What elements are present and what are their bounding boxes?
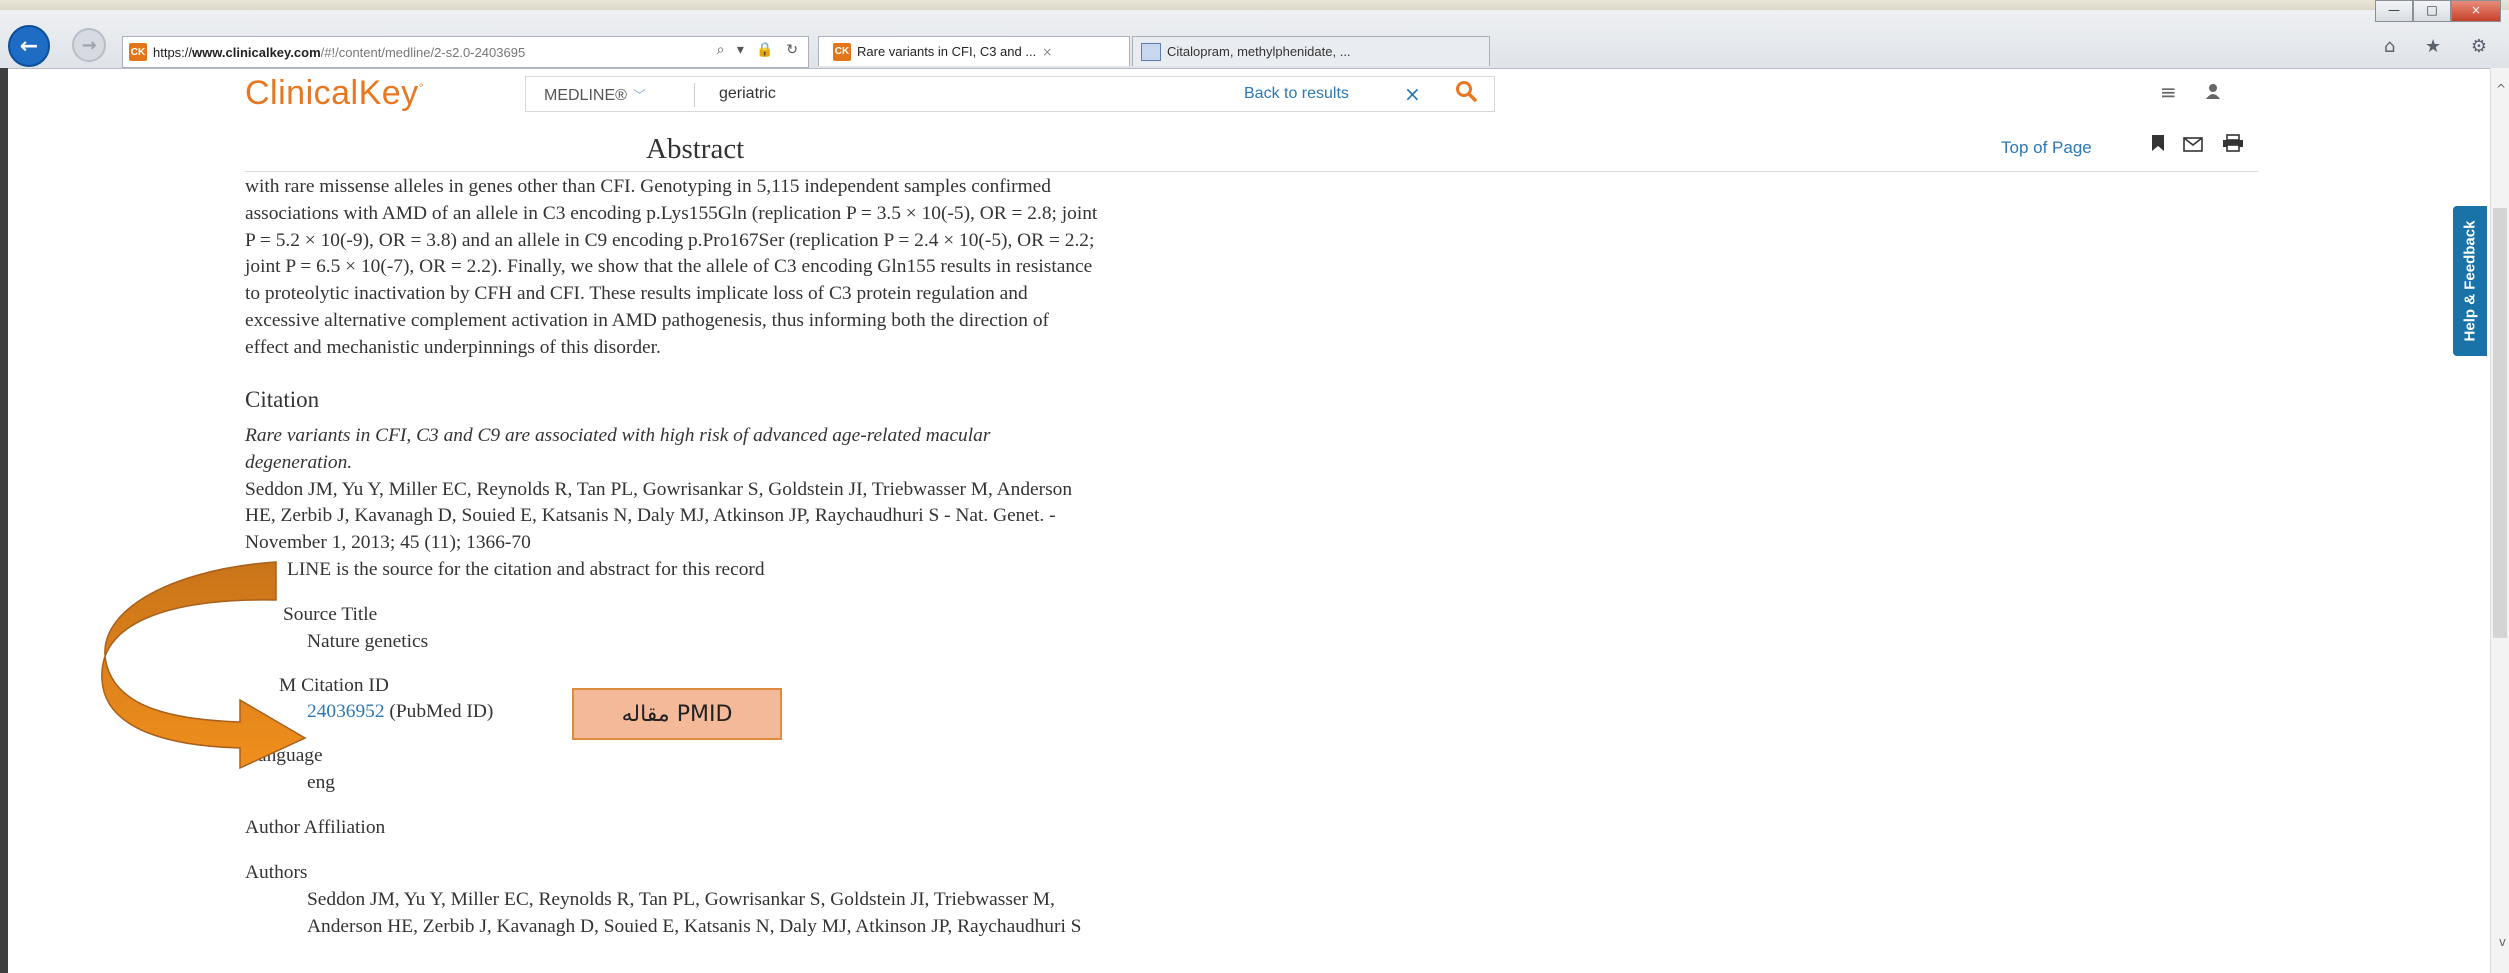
scroll-down-icon[interactable]: v: [2499, 935, 2506, 949]
help-feedback-label: Help & Feedback: [2461, 220, 2479, 342]
citation-title: Rare variants in CFI, C3 and C9 are asso…: [245, 425, 991, 446]
scroll-up-icon[interactable]: ^: [2496, 82, 2506, 96]
print-icon[interactable]: [2222, 133, 2244, 157]
scrollbar-thumb[interactable]: [2493, 208, 2507, 638]
chevron-down-icon: ﹀: [632, 89, 646, 104]
tab-rare-variants[interactable]: CK Rare variants in CFI, C3 and ... ×: [818, 36, 1130, 66]
page-scrollbar[interactable]: [2490, 68, 2509, 973]
header-icons: ≡: [2160, 80, 2243, 104]
slide-left-border: [0, 68, 8, 973]
abstract-line: with rare missense alleles in genes othe…: [245, 176, 1051, 197]
abstract-line: to proteolytic inactivation by CFH and C…: [245, 283, 1028, 305]
authors-value: Seddon JM, Yu Y, Miller EC, Reynolds R, …: [307, 889, 1055, 910]
address-bar[interactable]: CK https:// www.clinicalkey.com /#!/cont…: [122, 36, 809, 68]
tab-label: Citalopram, methylphenidate, ...: [1167, 44, 1351, 59]
abstract-line: associations with AMD of an allele in C3…: [245, 202, 1098, 224]
authors-value: Anderson HE, Zerbib J, Kavanagh D, Souie…: [307, 916, 1082, 937]
url-scheme: https://: [153, 44, 193, 60]
citation-id-value: 24036952 (PubMed ID): [307, 701, 494, 722]
close-window-button[interactable]: ×: [2451, 0, 2501, 22]
abstract-text: with rare missense alleles in genes othe…: [245, 174, 1445, 362]
citation-authors: Seddon JM, Yu Y, Miller EC, Reynolds R, …: [245, 478, 1073, 500]
url-host: www.clinicalkey.com: [192, 44, 321, 60]
citation-source-note: LINE is the source for the citation and …: [287, 558, 765, 580]
minimize-button[interactable]: —: [2375, 0, 2413, 22]
clinicalkey-favicon-icon: CK: [129, 43, 147, 61]
authors-label: Authors: [245, 862, 308, 883]
citation-block: Rare variants in CFI, C3 and C9 are asso…: [245, 423, 1445, 584]
search-icon[interactable]: [1455, 80, 1477, 108]
address-bar-icons[interactable]: ⌕ ▾ 🔒 ↻: [717, 42, 802, 58]
back-to-results-link[interactable]: Back to results: [1244, 85, 1349, 103]
search-divider: [694, 83, 695, 107]
user-icon[interactable]: [2205, 80, 2221, 104]
email-icon[interactable]: [2183, 133, 2209, 157]
clinicalkey-favicon-icon: CK: [833, 42, 851, 61]
citation-heading: Citation: [245, 387, 320, 412]
abstract-line: excessive alternative complement activat…: [245, 309, 1049, 331]
section-title: Abstract: [646, 133, 745, 165]
citation-authors: HE, Zerbib J, Kavanagh D, Souied E, Kats…: [245, 505, 1056, 527]
tab-citalopram[interactable]: Citalopram, methylphenidate, ...: [1132, 36, 1490, 66]
page-favicon-icon: [1141, 42, 1161, 61]
source-select[interactable]: MEDLINE® ﹀: [544, 85, 646, 105]
bookmark-icon[interactable]: [2151, 133, 2171, 157]
home-favorites-settings-icons[interactable]: ⌂ ★ ⚙: [2384, 36, 2499, 57]
clear-search-icon[interactable]: ×: [1404, 82, 1421, 106]
citation-date: November 1, 2013; 45 (11); 1366-70: [245, 532, 531, 554]
clinicalkey-logo[interactable]: ClinicalKey°: [245, 74, 424, 113]
tab-label: Rare variants in CFI, C3 and ...: [857, 44, 1037, 59]
abstract-line: P = 5.2 × 10(-9), OR = 3.8) and an allel…: [245, 229, 1095, 251]
section-divider: [245, 171, 2258, 172]
maximize-button[interactable]: □: [2413, 0, 2451, 22]
abstract-line: joint P = 6.5 × 10(-7), OR = 2.2). Final…: [245, 256, 1093, 278]
abstract-line: effect and mechanistic underpinnings of …: [245, 336, 661, 358]
pmid-callout: مقاله PMID: [572, 688, 782, 740]
author-affiliation-label: Author Affiliation: [245, 817, 386, 838]
back-button[interactable]: ←: [8, 25, 50, 67]
url-path: /#!/content/medline/2-s2.0-2403695: [320, 44, 526, 60]
window-controls: — □ ×: [2375, 0, 2501, 22]
language-value: eng: [307, 772, 335, 793]
search-input[interactable]: geriatric: [719, 85, 776, 103]
forward-button[interactable]: →: [72, 28, 106, 62]
window-titlebar: [0, 0, 2509, 10]
tab-close-icon[interactable]: ×: [1042, 45, 1052, 59]
arrow-right-icon: →: [81, 34, 97, 56]
search-bar: MEDLINE® ﹀ geriatric Back to results ×: [525, 76, 1495, 112]
citation-title: degeneration.: [245, 451, 353, 473]
top-of-page-link[interactable]: Top of Page: [2001, 138, 2092, 158]
arrow-left-icon: ←: [19, 33, 39, 59]
page-action-icons: [2151, 133, 2256, 157]
annotation-arrow: [101, 561, 307, 770]
menu-icon[interactable]: ≡: [2160, 80, 2177, 104]
